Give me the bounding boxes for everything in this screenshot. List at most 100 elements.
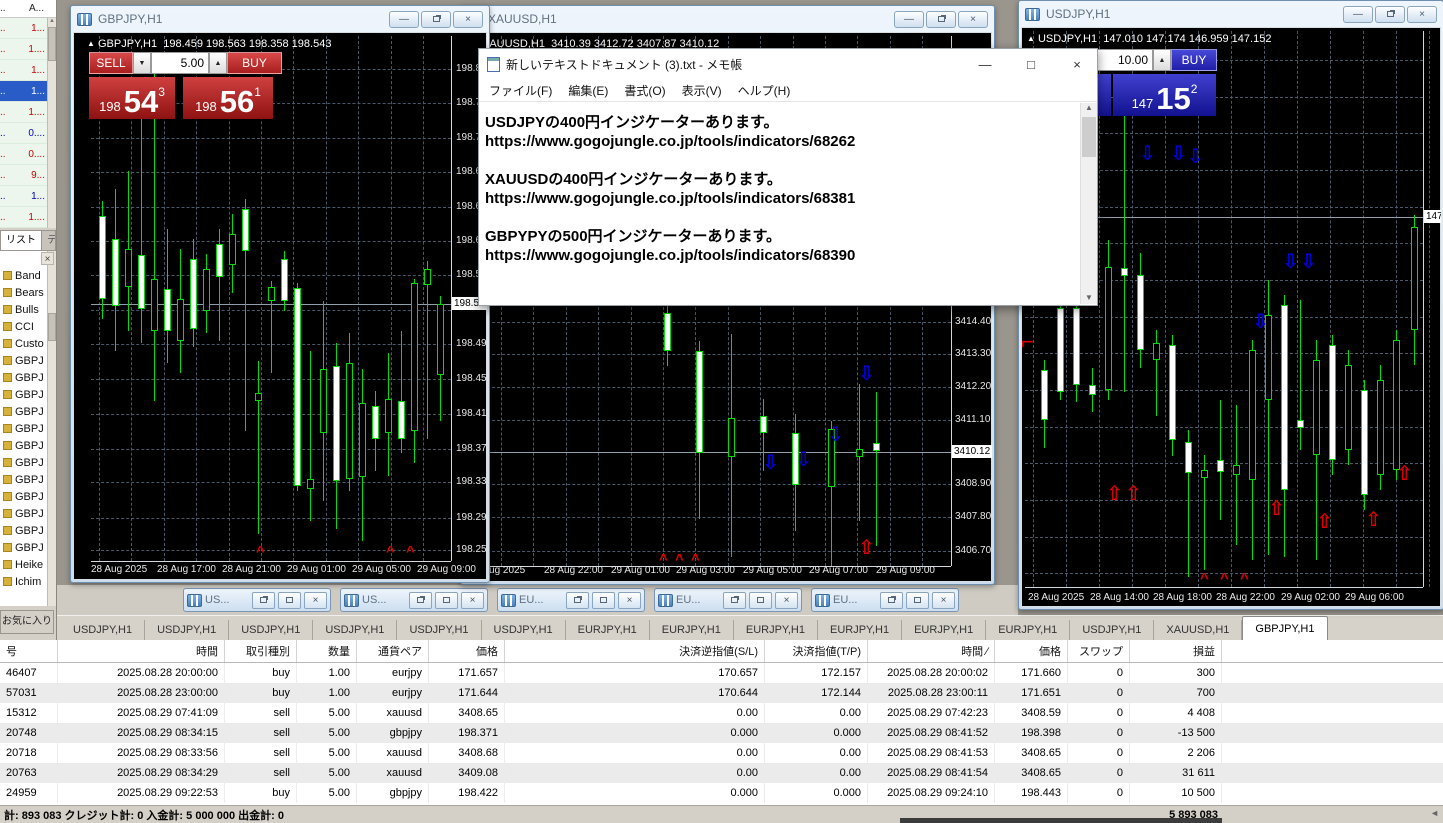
minimized-chart-window[interactable]: EU... × bbox=[654, 588, 802, 612]
collapse-icon[interactable]: ▲ bbox=[87, 39, 95, 48]
minimized-chart-window[interactable]: EU... × bbox=[497, 588, 645, 612]
column-header[interactable]: 取引種別 bbox=[225, 640, 297, 662]
buy-price-display[interactable]: 198 56 1 bbox=[183, 77, 273, 119]
navigator-scrollbar[interactable] bbox=[47, 251, 56, 606]
column-header[interactable]: スワップ bbox=[1068, 640, 1130, 662]
menu-item[interactable]: ヘルプ(H) bbox=[730, 82, 799, 99]
column-header[interactable]: 時間 ∕ bbox=[868, 640, 995, 662]
window-maximize-button[interactable] bbox=[749, 591, 772, 609]
navigator-item[interactable]: GBPJ bbox=[0, 454, 47, 471]
volume-input[interactable]: 10.00 bbox=[1095, 49, 1153, 71]
window-restore-button[interactable] bbox=[723, 591, 746, 609]
navigator-item[interactable]: Bears bbox=[0, 284, 47, 301]
window-titlebar[interactable]: XAUUSD,H1 — × bbox=[461, 6, 994, 32]
scroll-down-icon[interactable]: ▼ bbox=[1081, 293, 1097, 302]
scrollbar-thumb[interactable] bbox=[1082, 117, 1096, 157]
navigator-item[interactable]: GBPJ bbox=[0, 352, 47, 369]
navigator-item[interactable]: Custo bbox=[0, 335, 47, 352]
column-header[interactable]: 決済指値(T/P) bbox=[765, 640, 868, 662]
navigator-item[interactable]: GBPJ bbox=[0, 437, 47, 454]
window-close-button[interactable]: × bbox=[618, 591, 641, 609]
column-header[interactable]: 数量 bbox=[297, 640, 357, 662]
minimize-button[interactable]: — bbox=[389, 10, 419, 28]
table-row[interactable]: 24959 2025.08.29 09:22:53 buy 5.00 gbpjpy 198… bbox=[0, 783, 1443, 803]
restore-button[interactable] bbox=[421, 10, 451, 28]
chart-tab[interactable]: USDJPY,H1 bbox=[1070, 620, 1155, 640]
scroll-up-icon[interactable]: ▲ bbox=[1085, 103, 1093, 112]
window-maximize-button[interactable] bbox=[435, 591, 458, 609]
navigator-item[interactable]: GBPJ bbox=[0, 403, 47, 420]
window-restore-button[interactable] bbox=[252, 591, 275, 609]
tab-scroll-left-icon[interactable]: ◄ bbox=[1430, 808, 1439, 818]
minimize-button[interactable]: — bbox=[965, 49, 1005, 79]
window-titlebar[interactable]: USDJPY,H1 — × bbox=[1019, 1, 1443, 27]
menu-item[interactable]: 編集(E) bbox=[560, 82, 616, 99]
column-header[interactable]: 価格 bbox=[995, 640, 1068, 662]
market-watch-scrollbar[interactable]: ▲ bbox=[47, 18, 56, 228]
chart-tab[interactable]: GBPJPY,H1 bbox=[1242, 616, 1328, 640]
navigator-item[interactable]: GBPJ bbox=[0, 539, 47, 556]
collapse-icon[interactable]: ▲ bbox=[1027, 34, 1035, 43]
notepad-titlebar[interactable]: 新しいテキストドキュメント (3).txt - メモ帳 — □ × bbox=[479, 49, 1097, 79]
minimize-button[interactable]: — bbox=[894, 10, 924, 28]
sell-price-display[interactable]: 198 54 3 bbox=[89, 77, 175, 119]
market-watch-header[interactable]: .. A... bbox=[0, 0, 56, 18]
window-close-button[interactable]: × bbox=[304, 591, 327, 609]
notepad-scrollbar[interactable]: ▲ ▼ bbox=[1080, 103, 1097, 304]
window-titlebar[interactable]: GBPJPY,H1 — × bbox=[71, 6, 489, 32]
scrollbar-thumb[interactable] bbox=[48, 27, 56, 61]
menu-item[interactable]: 表示(V) bbox=[674, 82, 730, 99]
table-row[interactable]: 57031 2025.08.28 23:00:00 buy 1.00 eurjpy 171… bbox=[0, 683, 1443, 703]
chart-tab[interactable]: USDJPY,H1 bbox=[397, 620, 482, 640]
chart-tab[interactable]: USDJPY,H1 bbox=[313, 620, 398, 640]
table-row[interactable]: 20763 2025.08.29 08:34:29 sell 5.00 xauusd 34… bbox=[0, 763, 1443, 783]
navigator-item[interactable]: GBPJ bbox=[0, 420, 47, 437]
navigator-item[interactable]: CCI bbox=[0, 318, 47, 335]
close-icon[interactable]: × bbox=[41, 252, 54, 265]
navigator-item[interactable]: Heike bbox=[0, 556, 47, 573]
chart-tab[interactable]: EURJPY,H1 bbox=[986, 620, 1071, 640]
chart-tab[interactable]: EURJPY,H1 bbox=[818, 620, 903, 640]
close-button[interactable]: × bbox=[453, 10, 483, 28]
window-maximize-button[interactable] bbox=[592, 591, 615, 609]
notepad-text[interactable]: USDJPYの400円インジケーターあります。 https://www.gogoj… bbox=[479, 103, 1080, 304]
chart-tab[interactable]: EURJPY,H1 bbox=[734, 620, 818, 640]
close-button[interactable]: × bbox=[1057, 49, 1097, 79]
close-button[interactable]: × bbox=[958, 10, 988, 28]
table-row[interactable]: 46407 2025.08.28 20:00:00 buy 1.00 eurjpy 171… bbox=[0, 663, 1443, 683]
navigator-item[interactable]: GBPJ bbox=[0, 386, 47, 403]
tab-list[interactable]: リスト bbox=[0, 230, 42, 250]
chart-tab[interactable]: USDJPY,H1 bbox=[482, 620, 566, 640]
minimized-chart-window[interactable]: EU... × bbox=[811, 588, 959, 612]
window-close-button[interactable]: × bbox=[932, 591, 955, 609]
window-close-button[interactable]: × bbox=[461, 591, 484, 609]
minimized-chart-window[interactable]: US... × bbox=[183, 588, 331, 612]
table-row[interactable]: 15312 2025.08.29 07:41:09 sell 5.00 xauusd 34… bbox=[0, 703, 1443, 723]
sell-button[interactable]: SELL bbox=[89, 52, 133, 74]
menu-item[interactable]: ファイル(F) bbox=[481, 82, 560, 99]
navigator-item[interactable]: GBPJ bbox=[0, 369, 47, 386]
window-close-button[interactable]: × bbox=[775, 591, 798, 609]
column-header[interactable]: 決済逆指値(S/L) bbox=[505, 640, 765, 662]
chart-tab[interactable]: EURJPY,H1 bbox=[902, 620, 987, 640]
window-restore-button[interactable] bbox=[409, 591, 432, 609]
volume-up-icon[interactable]: ▲ bbox=[209, 52, 227, 74]
minimized-chart-window[interactable]: US... × bbox=[340, 588, 488, 612]
chart-area[interactable]: ▲ GBPJPY,H1 198.459 198.563 198.358 198.… bbox=[73, 32, 487, 580]
window-restore-button[interactable] bbox=[880, 591, 903, 609]
tab-favorites[interactable]: お気に入り bbox=[0, 610, 54, 634]
navigator-item[interactable]: GBPJ bbox=[0, 471, 47, 488]
restore-button[interactable] bbox=[926, 10, 956, 28]
horizontal-scrollbar[interactable] bbox=[900, 818, 1222, 823]
column-header[interactable]: 通貨ペア bbox=[357, 640, 429, 662]
maximize-button[interactable]: □ bbox=[1011, 49, 1051, 79]
column-header[interactable]: 価格 bbox=[429, 640, 505, 662]
chart-tab[interactable]: EURJPY,H1 bbox=[566, 620, 650, 640]
navigator-item[interactable]: Ichim bbox=[0, 573, 47, 590]
tab-tick[interactable]: ティ bbox=[42, 230, 56, 250]
menu-item[interactable]: 書式(O) bbox=[616, 82, 673, 99]
scroll-up-icon[interactable]: ▲ bbox=[49, 18, 55, 24]
navigator-item[interactable]: Band bbox=[0, 267, 47, 284]
buy-button[interactable]: BUY bbox=[1171, 49, 1217, 71]
close-button[interactable]: × bbox=[1407, 5, 1437, 23]
